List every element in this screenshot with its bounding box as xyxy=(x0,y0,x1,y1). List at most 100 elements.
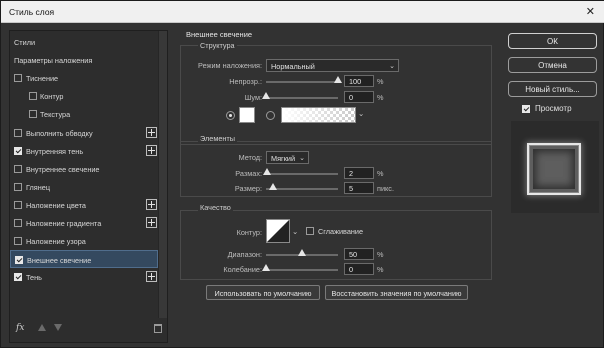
size-input[interactable]: 5 xyxy=(344,182,374,194)
styles-list-item-label: Наложение градиента xyxy=(26,219,102,228)
opacity-slider-thumb[interactable] xyxy=(334,76,342,83)
style-preview-thumbnail xyxy=(511,121,599,213)
blend-mode-select[interactable]: Нормальный ⌄ xyxy=(266,59,399,72)
range-slider-thumb[interactable] xyxy=(298,249,306,256)
noise-unit: % xyxy=(377,93,384,102)
jitter-slider[interactable] xyxy=(262,264,338,271)
spread-input[interactable]: 2 xyxy=(344,167,374,179)
noise-slider-thumb[interactable] xyxy=(262,92,270,99)
size-unit: пикс. xyxy=(377,184,394,193)
styles-list-item[interactable]: Внешнее свечение xyxy=(10,250,158,269)
close-icon[interactable]: ✕ xyxy=(586,5,595,18)
styles-list-item-label: Тиснение xyxy=(26,74,59,84)
contour-picker[interactable] xyxy=(266,219,290,243)
styles-list-item[interactable]: Наложение узора xyxy=(10,232,158,250)
trash-icon[interactable] xyxy=(154,324,162,333)
size-slider[interactable] xyxy=(266,183,338,190)
add-effect-plus-icon[interactable] xyxy=(146,271,157,283)
cancel-button[interactable]: Отмена xyxy=(508,57,597,73)
structure-label: Структура xyxy=(198,41,237,50)
styles-list-item[interactable]: Наложение градиента xyxy=(10,214,158,232)
style-checkbox[interactable] xyxy=(14,128,22,137)
range-slider[interactable] xyxy=(266,249,338,256)
styles-list-panel: Стили Параметры наложения Тиснение Контур Те… xyxy=(9,30,168,343)
make-default-button[interactable]: Использовать по умолчанию xyxy=(206,285,320,300)
spread-slider-thumb[interactable] xyxy=(263,168,272,175)
add-effect-plus-icon[interactable] xyxy=(146,126,157,138)
add-effect-plus-icon[interactable] xyxy=(146,198,157,210)
preview-checkbox[interactable] xyxy=(522,105,530,113)
noise-input[interactable]: 0 xyxy=(344,91,374,103)
styles-list-item-label: Тень xyxy=(26,273,42,283)
range-unit: % xyxy=(377,250,384,259)
add-effect-plus-icon[interactable] xyxy=(146,144,157,156)
blend-mode-value: Нормальный xyxy=(271,62,315,71)
styles-list-item[interactable]: Наложение цвета xyxy=(10,196,158,214)
section-title: Внешнее свечение xyxy=(186,30,253,39)
styles-list-item-label: Выполнить обводку xyxy=(26,128,93,138)
quality-label: Качество xyxy=(198,203,233,212)
styles-list-item-label: Наложение цвета xyxy=(26,200,86,210)
preview-swatch xyxy=(529,145,579,193)
move-down-icon[interactable] xyxy=(54,324,62,331)
jitter-input[interactable]: 0 xyxy=(344,263,374,275)
jitter-unit: % xyxy=(377,265,384,274)
styles-list-item[interactable]: Текстура xyxy=(10,105,158,123)
move-up-icon[interactable] xyxy=(38,324,46,331)
styles-list-item[interactable]: Контур xyxy=(10,87,158,105)
window-title: Стиль слоя xyxy=(9,7,55,17)
styles-list-item-label: Глянец xyxy=(26,182,51,192)
contour-dropdown-chevron-icon[interactable]: ⌄ xyxy=(292,227,298,236)
fx-add-effect-button[interactable]: fx xyxy=(16,323,24,333)
method-select[interactable]: Мягкий ⌄ xyxy=(266,151,309,164)
chevron-down-icon: ⌄ xyxy=(299,155,305,162)
style-checkbox[interactable] xyxy=(14,237,22,246)
style-checkbox[interactable] xyxy=(14,219,22,227)
styles-list-item-label: Наложение узора xyxy=(26,237,86,247)
opacity-input[interactable]: 100 xyxy=(344,75,374,87)
styles-list-item[interactable]: Параметры наложения xyxy=(10,51,158,69)
size-label: Размер: xyxy=(234,184,262,193)
noise-slider[interactable] xyxy=(262,92,338,99)
glow-color-swatch[interactable] xyxy=(239,107,255,123)
jitter-slider-thumb[interactable] xyxy=(262,264,270,271)
elements-label: Элементы xyxy=(198,134,238,143)
style-checkbox[interactable] xyxy=(15,256,23,265)
antialias-checkbox[interactable] xyxy=(306,227,314,235)
gradient-dropdown-chevron-icon[interactable]: ⌄ xyxy=(358,109,364,118)
style-checkbox[interactable] xyxy=(29,110,37,119)
style-checkbox[interactable] xyxy=(14,146,22,155)
solid-color-radio[interactable] xyxy=(226,111,235,120)
styles-list-item-label: Параметры наложения xyxy=(14,56,93,66)
outer-glow-settings: Внешнее свечение Структура Режим наложен… xyxy=(178,30,496,343)
size-slider-thumb[interactable] xyxy=(269,183,277,190)
styles-list-item[interactable]: Внутренняя тень xyxy=(10,142,158,160)
style-checkbox[interactable] xyxy=(14,182,22,191)
style-checkbox[interactable] xyxy=(29,92,37,101)
opacity-label: Непрозр.: xyxy=(229,77,262,86)
range-input[interactable]: 50 xyxy=(344,248,374,260)
styles-list-item[interactable]: Внутреннее свечение xyxy=(10,160,158,178)
add-effect-plus-icon[interactable] xyxy=(146,217,157,228)
styles-list-item[interactable]: Стили xyxy=(10,33,158,51)
reset-default-button[interactable]: Восстановить значения по умолчанию xyxy=(325,285,468,300)
styles-list-item[interactable]: Выполнить обводку xyxy=(10,124,158,142)
spread-slider[interactable] xyxy=(263,168,338,175)
glow-gradient-picker[interactable] xyxy=(281,107,356,123)
new-style-button[interactable]: Новый стиль... xyxy=(508,81,597,97)
styles-list-item-label: Внутренняя тень xyxy=(26,146,84,156)
gradient-radio[interactable] xyxy=(266,111,275,120)
opacity-slider[interactable] xyxy=(266,76,342,83)
style-checkbox[interactable] xyxy=(14,200,22,209)
styles-list-item[interactable]: Тиснение xyxy=(10,69,158,87)
layer-style-dialog: Стиль слоя ✕ Стили Параметры наложения Тис… xyxy=(0,0,604,348)
style-checkbox[interactable] xyxy=(14,273,22,282)
style-checkbox[interactable] xyxy=(14,74,22,83)
ok-button[interactable]: ОК xyxy=(508,33,597,49)
style-checkbox[interactable] xyxy=(14,164,22,173)
spread-label: Размах: xyxy=(235,169,262,178)
styles-list-item[interactable]: Тень xyxy=(10,268,158,286)
chevron-down-icon: ⌄ xyxy=(389,63,395,70)
styles-list-item[interactable]: Глянец xyxy=(10,178,158,196)
styles-list-scrollbar[interactable] xyxy=(158,31,167,318)
